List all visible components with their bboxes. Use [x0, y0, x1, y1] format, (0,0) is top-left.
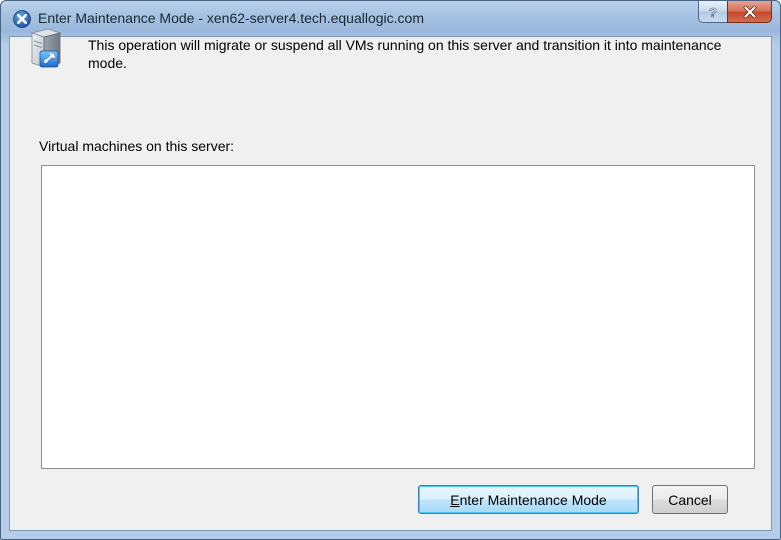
vm-list-label: Virtual machines on this server:: [39, 138, 235, 154]
cancel-button[interactable]: Cancel: [652, 485, 728, 514]
vm-list[interactable]: [41, 165, 755, 469]
maintenance-dialog-window: Enter Maintenance Mode - xen62-server4.t…: [0, 0, 781, 540]
server-maintenance-icon: [30, 28, 62, 68]
help-icon: ?: [709, 5, 718, 19]
svg-text:?: ?: [709, 5, 717, 19]
close-button[interactable]: [727, 1, 772, 23]
caption-buttons: ?: [698, 1, 772, 23]
help-button[interactable]: ?: [698, 1, 727, 23]
cancel-label: Cancel: [668, 491, 712, 508]
window-title: Enter Maintenance Mode - xen62-server4.t…: [38, 10, 424, 26]
xencenter-icon: [13, 10, 31, 28]
close-icon: [743, 5, 756, 18]
enter-maintenance-mode-label: Enter Maintenance Mode: [450, 491, 607, 508]
info-message: This operation will migrate or suspend a…: [88, 37, 722, 71]
enter-maintenance-mode-button[interactable]: Enter Maintenance Mode: [418, 485, 639, 514]
title-bar[interactable]: Enter Maintenance Mode - xen62-server4.t…: [1, 1, 780, 37]
